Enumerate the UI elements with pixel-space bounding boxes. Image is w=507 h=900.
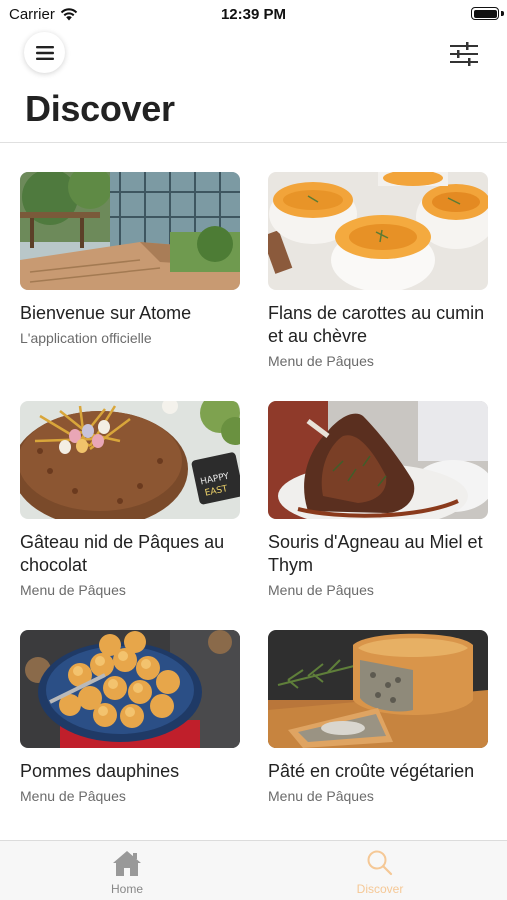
card-pommes-dauphines[interactable]: Pommes dauphines Menu de Pâques [20, 630, 240, 804]
battery-tip [501, 11, 504, 16]
card-subtitle: Menu de Pâques [20, 582, 126, 598]
card-title: Pâté en croûte végétarien [268, 761, 475, 781]
status-time: 12:39 PM [220, 6, 287, 23]
sliders-icon [450, 42, 478, 66]
card-image[interactable] [268, 630, 488, 748]
filter-button[interactable] [449, 40, 479, 68]
card-flans-carottes[interactable]: Flans de carottes au cumin et au chèvre … [268, 172, 488, 369]
pommes-dauphines-photo [20, 630, 240, 748]
pate-en-croute-photo [268, 630, 488, 748]
card-souris-agneau[interactable]: Souris d'Agneau au Miel et Thym Menu de … [268, 401, 488, 598]
card-image[interactable]: HAPPY EAST [20, 401, 240, 519]
tab-discover-label: Discover [356, 882, 404, 896]
status-bar: Carrier 12:39 PM [0, 0, 507, 30]
battery-icon [471, 7, 499, 20]
card-image[interactable] [268, 172, 488, 290]
card-bienvenue[interactable]: Bienvenue sur Atome L'application offici… [20, 172, 240, 346]
header-divider [0, 142, 507, 143]
card-subtitle: Menu de Pâques [268, 353, 374, 369]
card-subtitle: Menu de Pâques [268, 788, 374, 804]
page-title: Discover [25, 88, 175, 129]
card-subtitle: L'application officielle [20, 330, 152, 346]
card-title: Souris d'Agneau au Miel et Thym [268, 532, 483, 575]
building-courtyard-photo [20, 172, 240, 290]
tab-home[interactable]: Home [67, 849, 187, 896]
card-title: Gâteau nid de Pâques au chocolat [20, 532, 225, 575]
lamb-shank-photo [268, 401, 488, 519]
chocolate-nest-cake-photo: HAPPY EAST [20, 401, 240, 519]
tab-discover[interactable]: Discover [320, 849, 440, 896]
tab-bar: Home Discover [0, 840, 507, 900]
search-icon [367, 850, 393, 876]
card-pate-en-croute[interactable]: Pâté en croûte végétarien Menu de Pâques [268, 630, 488, 804]
tab-home-label: Home [110, 882, 143, 896]
home-icon [113, 851, 141, 876]
card-subtitle: Menu de Pâques [20, 788, 126, 804]
card-image[interactable] [20, 172, 240, 290]
card-title: Pommes dauphines [20, 761, 180, 781]
menu-button[interactable] [24, 32, 65, 73]
card-image[interactable] [268, 401, 488, 519]
card-image[interactable] [20, 630, 240, 748]
card-subtitle: Menu de Pâques [268, 582, 374, 598]
card-gateau-nid[interactable]: HAPPY EAST Gâteau nid de Pâques au choco… [20, 401, 240, 598]
card-title: Bienvenue sur Atome [20, 303, 192, 323]
carrot-flans-photo [268, 172, 488, 290]
hamburger-menu-icon [35, 45, 54, 60]
card-title: Flans de carottes au cumin et au chèvre [268, 303, 485, 346]
